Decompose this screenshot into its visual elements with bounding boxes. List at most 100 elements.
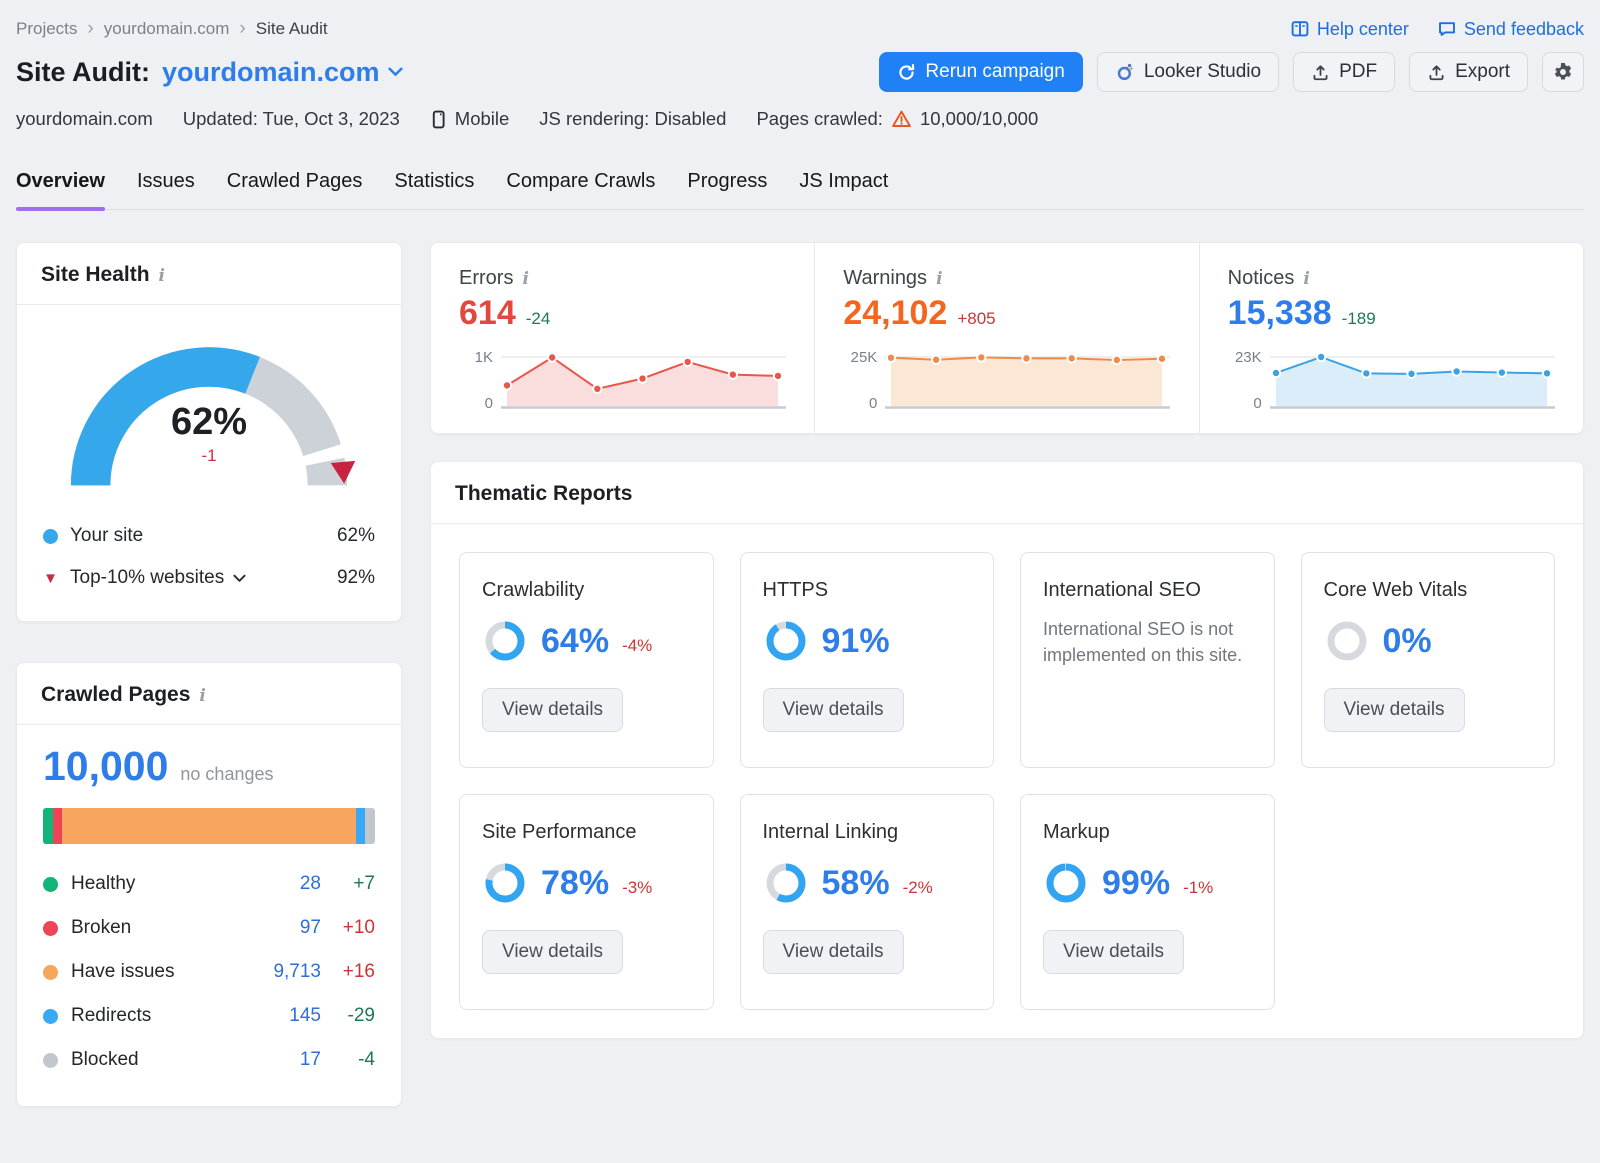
top10-label: Top-10% websites <box>70 567 224 589</box>
pdf-button[interactable]: PDF <box>1293 52 1395 92</box>
https-view-details-button[interactable]: View details <box>763 688 904 732</box>
export-button[interactable]: Export <box>1409 52 1528 92</box>
gauge-value: 62% <box>17 401 401 444</box>
broken-change: +10 <box>321 917 375 939</box>
internal-linking-donut-chart <box>763 860 809 906</box>
have-issues-change: +16 <box>321 961 375 983</box>
info-icon[interactable]: i <box>159 266 165 285</box>
breadcrumb-domain[interactable]: yourdomain.com <box>104 19 230 39</box>
title-group: Site Audit: yourdomain.com <box>16 57 403 88</box>
bar-segment-healthy <box>43 808 53 844</box>
thematic-reports-header: Thematic Reports <box>431 462 1583 524</box>
upload-icon <box>1427 63 1446 82</box>
tab-js-impact[interactable]: JS Impact <box>799 170 888 209</box>
page-title: Site Audit: <box>16 57 150 88</box>
crawled-pages-card: Crawled Pages i 10,000 no changes Health… <box>16 662 402 1107</box>
bar-segment-redirects <box>356 808 366 844</box>
meta-pages-crawled-label: Pages crawled: <box>756 108 882 130</box>
send-feedback-link[interactable]: Send feedback <box>1437 19 1584 40</box>
gauge-center-labels: 62% -1 <box>17 401 401 466</box>
markup-change: -1% <box>1183 878 1213 898</box>
chevron-down-icon <box>388 67 403 77</box>
markup-view-details-button[interactable]: View details <box>1043 930 1184 974</box>
blocked-value[interactable]: 17 <box>257 1049 321 1071</box>
book-icon <box>1290 19 1310 39</box>
markup-donut-chart <box>1043 860 1089 906</box>
healthy-change: +7 <box>321 873 375 895</box>
campaign-meta-row: yourdomain.com Updated: Tue, Oct 3, 2023… <box>16 108 1584 130</box>
info-icon[interactable]: i <box>936 269 942 288</box>
notices-y-axis: 23K 0 <box>1228 349 1262 413</box>
help-center-link[interactable]: Help center <box>1290 19 1409 40</box>
settings-button[interactable] <box>1542 52 1584 92</box>
healthy-value[interactable]: 28 <box>257 873 321 895</box>
notices-value[interactable]: 15,338 <box>1228 294 1332 333</box>
meta-pages-crawled: Pages crawled: 10,000/10,000 <box>756 108 1038 130</box>
internal-linking-view-details-button[interactable]: View details <box>763 930 904 974</box>
redirects-value[interactable]: 145 <box>257 1005 321 1027</box>
crawlability-score: 64% <box>541 622 609 661</box>
legend-row-top10[interactable]: ▼ Top-10% websites 92% <box>43 557 375 599</box>
gear-icon <box>1552 61 1574 83</box>
warnings-section: Warnings i 24,102 +805 25K 0 <box>814 243 1198 433</box>
breadcrumb: Projects › yourdomain.com › Site Audit <box>16 18 328 40</box>
broken-value[interactable]: 97 <box>257 917 321 939</box>
domain-selector-label: yourdomain.com <box>162 57 380 88</box>
thematic-reports-title: Thematic Reports <box>455 482 632 506</box>
legend-row-redirects: Redirects 145 -29 <box>43 994 375 1038</box>
tab-crawled-pages[interactable]: Crawled Pages <box>227 170 363 209</box>
errors-value[interactable]: 614 <box>459 294 516 333</box>
https-score: 91% <box>822 622 890 661</box>
core-web-vitals-title: Core Web Vitals <box>1324 579 1533 602</box>
export-label: Export <box>1455 61 1510 83</box>
internal-linking-title: Internal Linking <box>763 821 972 844</box>
crawled-pages-note: no changes <box>180 764 273 785</box>
blocked-dot-icon <box>43 1053 58 1068</box>
crawlability-view-details-button[interactable]: View details <box>482 688 623 732</box>
upload-icon <box>1311 63 1330 82</box>
breadcrumb-separator-icon: › <box>239 18 245 40</box>
core-web-vitals-view-details-button[interactable]: View details <box>1324 688 1465 732</box>
tab-statistics[interactable]: Statistics <box>394 170 474 209</box>
redirects-label: Redirects <box>71 1005 151 1027</box>
chevron-down-icon[interactable] <box>233 574 246 583</box>
info-icon[interactable]: i <box>199 686 205 705</box>
top-links: Help center Send feedback <box>1290 19 1584 40</box>
rerun-campaign-button[interactable]: Rerun campaign <box>879 52 1082 92</box>
errors-section: Errors i 614 -24 1K 0 <box>431 243 814 433</box>
looker-studio-icon <box>1115 62 1135 82</box>
tab-issues[interactable]: Issues <box>137 170 195 209</box>
international-seo-message: International SEO is not implemented on … <box>1043 616 1248 668</box>
gauge-change: -1 <box>17 446 401 466</box>
site-performance-view-details-button[interactable]: View details <box>482 930 623 974</box>
warnings-value[interactable]: 24,102 <box>843 294 947 333</box>
warnings-sparkline <box>885 349 1170 413</box>
notices-sparkline <box>1270 349 1555 413</box>
https-donut-chart <box>763 618 809 664</box>
bar-segment-broken <box>53 808 62 844</box>
tab-compare-crawls[interactable]: Compare Crawls <box>506 170 655 209</box>
info-icon[interactable]: i <box>1303 269 1309 288</box>
notices-change: -189 <box>1342 309 1376 329</box>
site-performance-donut-chart <box>482 860 528 906</box>
tab-progress[interactable]: Progress <box>687 170 767 209</box>
looker-studio-label: Looker Studio <box>1144 61 1261 83</box>
international-seo-title: International SEO <box>1043 579 1252 602</box>
have-issues-value[interactable]: 9,713 <box>257 961 321 983</box>
help-center-label: Help center <box>1317 19 1409 40</box>
crawlability-change: -4% <box>622 636 652 656</box>
tab-overview[interactable]: Overview <box>16 170 105 209</box>
looker-studio-button[interactable]: Looker Studio <box>1097 52 1279 92</box>
meta-domain: yourdomain.com <box>16 108 153 130</box>
meta-device: Mobile <box>430 108 510 130</box>
site-health-legend: Your site 62% ▼ Top-10% websites 92% <box>17 509 401 621</box>
have-issues-label: Have issues <box>71 961 175 983</box>
your-site-dot-icon <box>43 529 58 544</box>
warnings-label: Warnings <box>843 267 927 290</box>
site-performance-card: Site Performance 78% -3% View details <box>459 794 714 1010</box>
legend-row-have-issues: Have issues 9,713 +16 <box>43 950 375 994</box>
core-web-vitals-card: Core Web Vitals 0% View details <box>1301 552 1556 768</box>
info-icon[interactable]: i <box>522 269 528 288</box>
domain-selector[interactable]: yourdomain.com <box>162 57 403 88</box>
breadcrumb-projects[interactable]: Projects <box>16 19 77 39</box>
